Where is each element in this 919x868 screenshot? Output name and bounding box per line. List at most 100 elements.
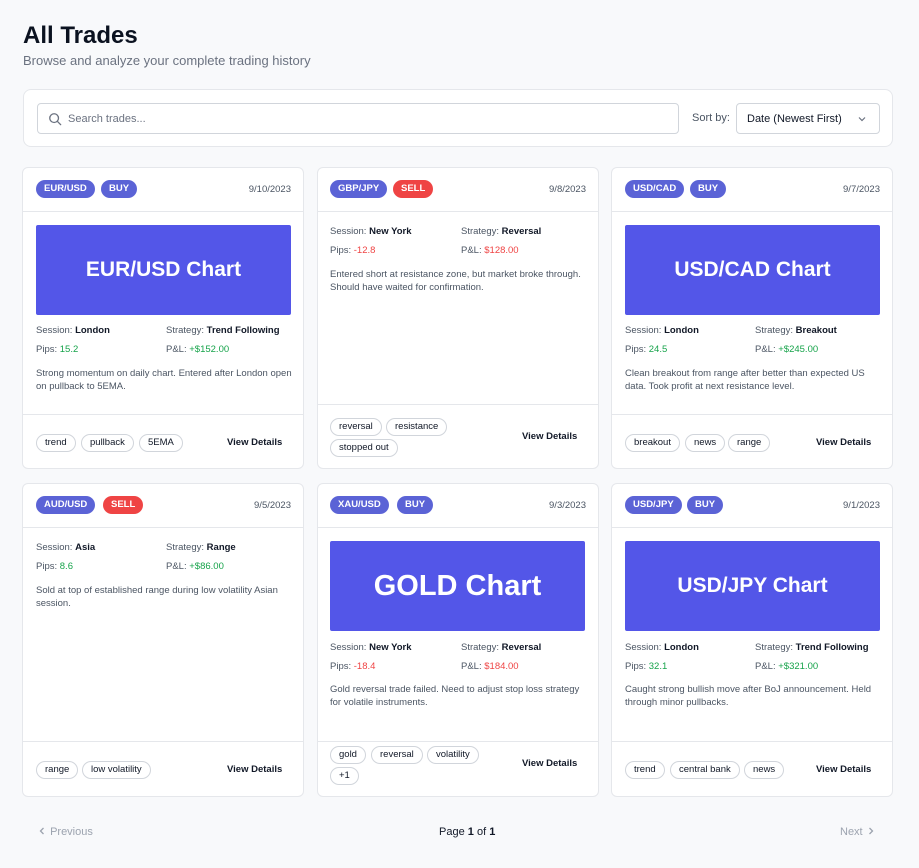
next-label: Next xyxy=(840,826,863,838)
page-indicator: Page 1 of 1 xyxy=(439,826,496,838)
view-details-button[interactable]: View Details xyxy=(522,758,577,769)
chevron-down-icon xyxy=(858,117,866,122)
strategy-field: Strategy: Breakout xyxy=(755,325,837,336)
view-details-button[interactable]: View Details xyxy=(816,437,871,448)
session-field: Session: London xyxy=(625,325,699,336)
view-details-button[interactable]: View Details xyxy=(522,431,577,442)
tag-chip[interactable]: central bank xyxy=(670,761,740,779)
tag-chip[interactable]: news xyxy=(685,434,726,452)
side-badge: BUY xyxy=(397,496,434,514)
trade-date: 9/7/2023 xyxy=(843,184,880,195)
tag-chip[interactable]: pullback xyxy=(81,434,134,452)
page-title: All Trades xyxy=(23,22,138,49)
trade-date: 9/3/2023 xyxy=(549,500,586,511)
session-field: Session: London xyxy=(625,642,699,653)
page-subtitle: Browse and analyze your complete trading… xyxy=(23,53,311,68)
card-footer: trend pullback 5EMA View Details xyxy=(23,414,303,468)
side-badge: BUY xyxy=(687,496,724,514)
trade-note: Entered short at resistance zone, but ma… xyxy=(330,269,581,293)
session-field: Session: New York xyxy=(330,226,412,237)
search-box[interactable] xyxy=(37,103,679,134)
card-header: GBP/JPY SELL 9/8/2023 xyxy=(318,168,598,212)
side-badge: BUY xyxy=(101,180,138,198)
tag-chip[interactable]: breakout xyxy=(625,434,680,452)
tag-chip[interactable]: trend xyxy=(36,434,76,452)
card-footer: trend central bank news View Details xyxy=(612,741,892,796)
view-details-button[interactable]: View Details xyxy=(816,764,871,775)
tag-chip[interactable]: reversal xyxy=(371,746,423,764)
tag-chip[interactable]: low volatility xyxy=(82,761,151,779)
filter-bar: Sort by: Date (Newest First) xyxy=(23,89,893,147)
trade-card: USD/CAD BUY 9/7/2023 USD/CAD Chart Sessi… xyxy=(611,167,893,469)
tag-chip-more[interactable]: +1 xyxy=(330,767,359,785)
trade-card: XAU/USD BUY 9/3/2023 GOLD Chart Session:… xyxy=(317,483,599,797)
pips-field: Pips: -18.4 xyxy=(330,661,376,672)
sort-value: Date (Newest First) xyxy=(747,113,842,125)
trade-note: Sold at top of established range during … xyxy=(36,585,278,609)
chart-label: GOLD Chart xyxy=(373,569,542,602)
card-header: EUR/USD BUY 9/10/2023 xyxy=(23,168,303,212)
tag-chip[interactable]: stopped out xyxy=(330,439,398,457)
tag-chip[interactable]: range xyxy=(728,434,771,452)
card-header: USD/JPY BUY 9/1/2023 xyxy=(612,484,892,528)
pnl-field: P&L: +$321.00 xyxy=(755,661,819,672)
pnl-field: P&L: +$86.00 xyxy=(166,561,224,572)
pnl-field: P&L: $184.00 xyxy=(461,661,519,672)
trade-date: 9/10/2023 xyxy=(248,184,291,195)
pair-badge: XAU/USD xyxy=(330,496,389,514)
card-footer: range low volatility View Details xyxy=(23,741,303,796)
tag-chip[interactable]: volatility xyxy=(427,746,479,764)
previous-page-button[interactable]: Previous xyxy=(37,826,93,838)
chart-image: USD/JPY Chart xyxy=(625,541,880,631)
tag-chip[interactable]: range xyxy=(36,761,79,779)
pair-badge: AUD/USD xyxy=(36,496,96,514)
trade-card: AUD/USD SELL 9/5/2023 Session: Asia Stra… xyxy=(22,483,304,797)
card-footer: gold reversal volatility +1 View Details xyxy=(318,741,598,796)
pair-badge: EUR/USD xyxy=(36,180,95,198)
trade-note: Gold reversal trade failed. Need to adju… xyxy=(330,684,580,708)
view-details-button[interactable]: View Details xyxy=(227,437,282,448)
session-field: Session: London xyxy=(36,325,110,336)
pnl-field: P&L: +$152.00 xyxy=(166,344,230,355)
pips-field: Pips: 15.2 xyxy=(36,344,79,355)
view-details-button[interactable]: View Details xyxy=(227,764,282,775)
trade-note: Strong momentum on daily chart. Entered … xyxy=(36,368,292,392)
tag-chip[interactable]: trend xyxy=(625,761,665,779)
chevron-right-icon xyxy=(868,827,874,835)
chart-label: USD/CAD Chart xyxy=(674,258,831,281)
chart-image: USD/CAD Chart xyxy=(625,225,880,315)
strategy-field: Strategy: Reversal xyxy=(461,226,542,237)
strategy-field: Strategy: Range xyxy=(166,542,236,553)
search-icon xyxy=(49,113,62,126)
pair-badge: USD/JPY xyxy=(625,496,682,514)
side-badge: SELL xyxy=(393,180,434,198)
trade-date: 9/5/2023 xyxy=(254,500,291,511)
tag-chip[interactable]: resistance xyxy=(386,418,448,436)
pair-badge: GBP/JPY xyxy=(330,180,388,198)
tag-chip[interactable]: reversal xyxy=(330,418,382,436)
previous-label: Previous xyxy=(50,826,93,838)
sort-select[interactable]: Date (Newest First) xyxy=(736,103,880,134)
next-page-button[interactable]: Next xyxy=(840,826,876,838)
pips-field: Pips: 24.5 xyxy=(625,344,668,355)
pnl-field: P&L: $128.00 xyxy=(461,245,519,256)
side-badge: SELL xyxy=(103,496,144,514)
trade-date: 9/8/2023 xyxy=(549,184,586,195)
side-badge: BUY xyxy=(690,180,727,198)
card-header: AUD/USD SELL 9/5/2023 xyxy=(23,484,303,528)
pips-field: Pips: 8.6 xyxy=(36,561,73,572)
search-input[interactable] xyxy=(68,104,668,133)
pips-field: Pips: 32.1 xyxy=(625,661,668,672)
chart-label: EUR/USD Chart xyxy=(85,258,242,281)
chart-image: GOLD Chart xyxy=(330,541,585,631)
tag-chip[interactable]: gold xyxy=(330,746,366,764)
trade-note: Caught strong bullish move after BoJ ann… xyxy=(625,684,872,708)
tag-chip[interactable]: 5EMA xyxy=(139,434,183,452)
card-footer: breakout news range View Details xyxy=(612,414,892,468)
trade-date: 9/1/2023 xyxy=(843,500,880,511)
strategy-field: Strategy: Trend Following xyxy=(166,325,280,336)
strategy-field: Strategy: Trend Following xyxy=(755,642,869,653)
trade-note: Clean breakout from range after better t… xyxy=(625,368,865,392)
card-header: XAU/USD BUY 9/3/2023 xyxy=(318,484,598,528)
tag-chip[interactable]: news xyxy=(744,761,785,779)
